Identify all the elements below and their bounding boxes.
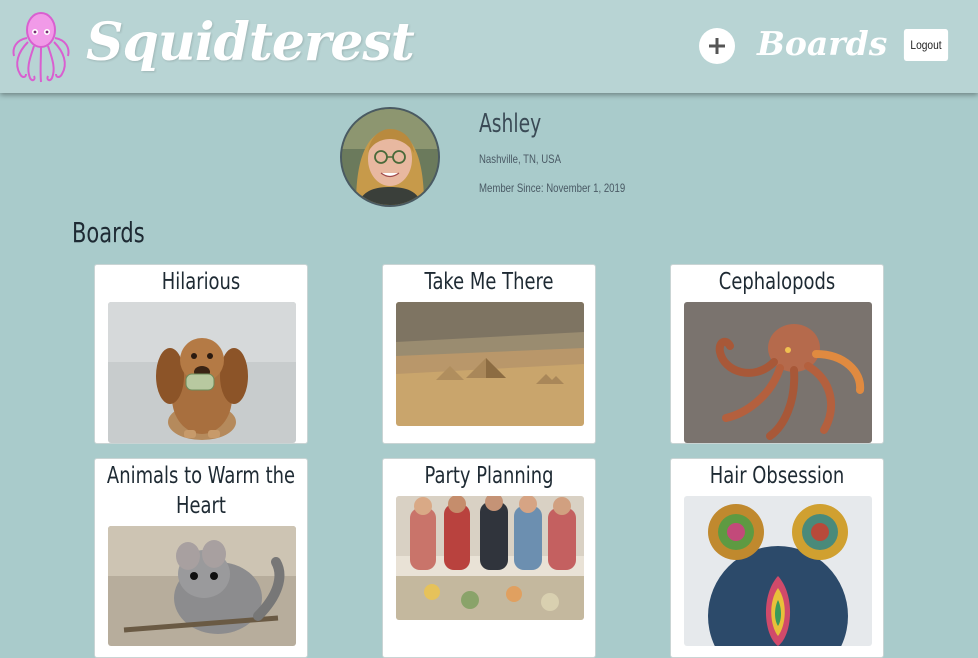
add-pin-button[interactable] [699, 28, 735, 64]
board-card[interactable]: Take Me There [382, 264, 596, 444]
board-card[interactable]: Hair Obsession [670, 458, 884, 658]
board-cover-image [684, 302, 872, 443]
board-title: Cephalopods [718, 269, 836, 295]
board-card[interactable]: Cephalopods [670, 264, 884, 444]
profile-location: Nashville, TN, USA [479, 152, 561, 166]
board-title: Hair Obsession [709, 463, 845, 489]
board-card[interactable]: Hilarious [94, 264, 308, 444]
board-title: Animals to Warm the Heart [106, 463, 296, 519]
boards-section-heading: Boards [72, 216, 145, 249]
board-title: Take Me There [424, 269, 554, 295]
profile-member-since: Member Since: November 1, 2019 [479, 181, 626, 195]
logout-button[interactable]: Logout [903, 29, 949, 61]
board-cover-image [108, 302, 296, 443]
board-cover-image [684, 496, 872, 646]
boards-nav-link[interactable]: Boards [757, 20, 887, 68]
plus-icon [709, 38, 725, 54]
profile-name: Ashley [479, 109, 542, 139]
board-cover-image [396, 302, 584, 426]
board-title: Party Planning [424, 463, 554, 489]
board-cover-image [396, 496, 584, 620]
board-cover-image [108, 526, 296, 646]
profile-avatar [340, 107, 440, 207]
squid-logo-icon[interactable] [10, 8, 72, 84]
board-card[interactable]: Animals to Warm the Heart [94, 458, 308, 658]
brand-title[interactable]: Squidterest [86, 10, 415, 76]
board-title: Hilarious [161, 269, 241, 295]
top-navbar: Squidterest Boards Logout [0, 0, 978, 93]
board-card[interactable]: Party Planning [382, 458, 596, 658]
